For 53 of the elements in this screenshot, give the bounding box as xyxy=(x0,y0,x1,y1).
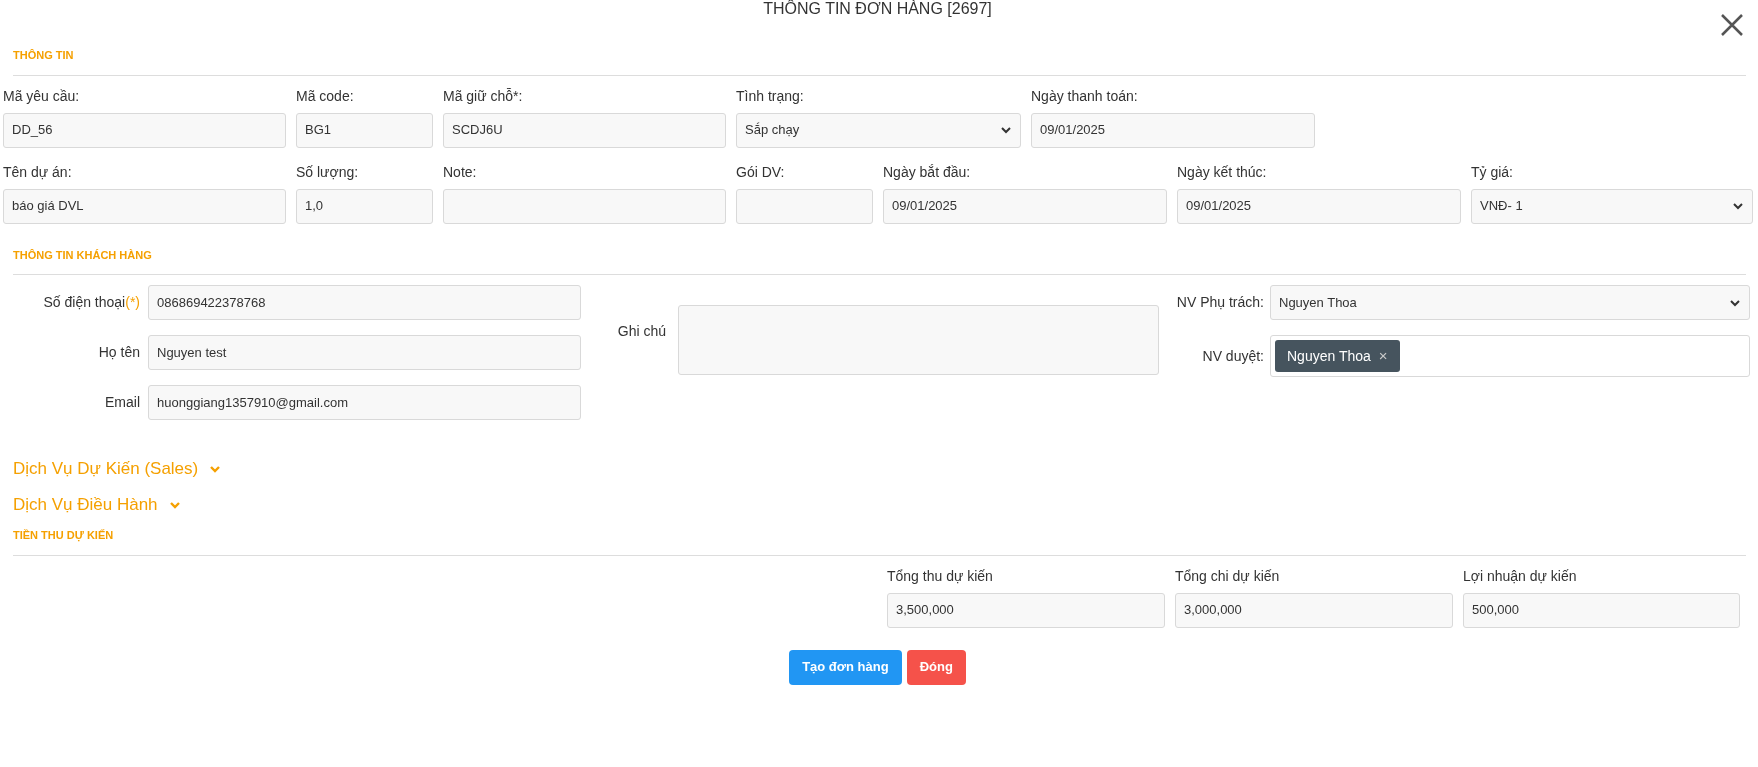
section-heading: TIỀN THU DỰ KIẾN xyxy=(13,523,1746,556)
field-label: Tỷ giá: xyxy=(1471,162,1513,182)
input-field[interactable]: 1,0 xyxy=(296,188,433,224)
input-field[interactable]: BG1 xyxy=(296,112,433,148)
input-field[interactable]: DD_56 xyxy=(3,112,286,148)
field-label: Họ tên xyxy=(97,343,141,362)
field-label: Ngày kết thúc: xyxy=(1177,162,1267,182)
input-field[interactable]: 09/01/2025 xyxy=(1177,188,1461,224)
input-field[interactable]: 086869422378768 xyxy=(148,285,581,320)
field-label: Gói DV: xyxy=(736,162,785,182)
tag-chip: Nguyen Thoa × xyxy=(1275,340,1400,372)
field-label: Mã code: xyxy=(296,86,354,106)
input-field[interactable]: 09/01/2025 xyxy=(883,188,1167,224)
field-label: Số điện thoại(*) xyxy=(42,293,141,312)
dialog-title: THÔNG TIN ĐƠN HÀNG [2697] xyxy=(762,0,993,19)
input-field[interactable]: huonggiang1357910@gmail.com xyxy=(148,385,581,420)
field-label: Mã giữ chỗ*: xyxy=(443,86,523,106)
field-label: Số lượng: xyxy=(296,162,359,182)
select-field[interactable]: Nguyen Thoa xyxy=(1270,285,1750,320)
field-label: Lợi nhuận dự kiến xyxy=(1463,566,1577,586)
textarea-field[interactable] xyxy=(678,305,1159,375)
input-field[interactable]: báo giá DVL xyxy=(3,188,286,224)
field-label: Tình trạng: xyxy=(736,86,804,106)
field-label: Email xyxy=(104,393,141,412)
field-label: NV duyệt: xyxy=(1201,346,1265,366)
chevron-icon xyxy=(169,501,180,509)
input-field[interactable]: 3,500,000 xyxy=(887,592,1165,628)
field-label: Note: xyxy=(443,162,477,182)
field-label: Tên dự án: xyxy=(3,162,72,182)
field-label: Tổng thu dự kiến xyxy=(887,566,993,586)
field-label: Ngày thanh toán: xyxy=(1031,86,1138,106)
field-label: Mã yêu cầu: xyxy=(3,86,80,106)
input-field[interactable]: 09/01/2025 xyxy=(1031,112,1315,148)
field-label: NV Phụ trách: xyxy=(1175,293,1265,312)
select-field[interactable]: VNĐ- 1 xyxy=(1471,188,1753,224)
field-label: Ngày bắt đầu: xyxy=(883,162,971,182)
input-field[interactable] xyxy=(736,188,873,224)
field-label: Tổng chi dự kiến xyxy=(1175,566,1280,586)
select-field[interactable]: Sắp chạy xyxy=(736,112,1021,148)
close-icon[interactable] xyxy=(1720,13,1744,37)
caret-icon xyxy=(1732,200,1744,212)
input-field[interactable]: Nguyen test xyxy=(148,335,581,370)
field-label: Ghi chú xyxy=(616,322,667,341)
input-field[interactable] xyxy=(443,188,726,224)
input-field[interactable]: 3,000,000 xyxy=(1175,592,1453,628)
tag-input-field[interactable]: Nguyen Thoa × xyxy=(1270,335,1750,377)
input-field[interactable]: SCDJ6U xyxy=(443,112,726,148)
section-heading: THÔNG TIN xyxy=(13,24,1746,76)
caret-icon xyxy=(1000,124,1012,136)
section-heading: THÔNG TIN KHÁCH HÀNG xyxy=(13,223,1746,275)
remove-tag-button[interactable]: × xyxy=(1378,344,1388,368)
chevron-icon xyxy=(210,465,221,473)
input-field[interactable]: 500,000 xyxy=(1463,592,1740,628)
